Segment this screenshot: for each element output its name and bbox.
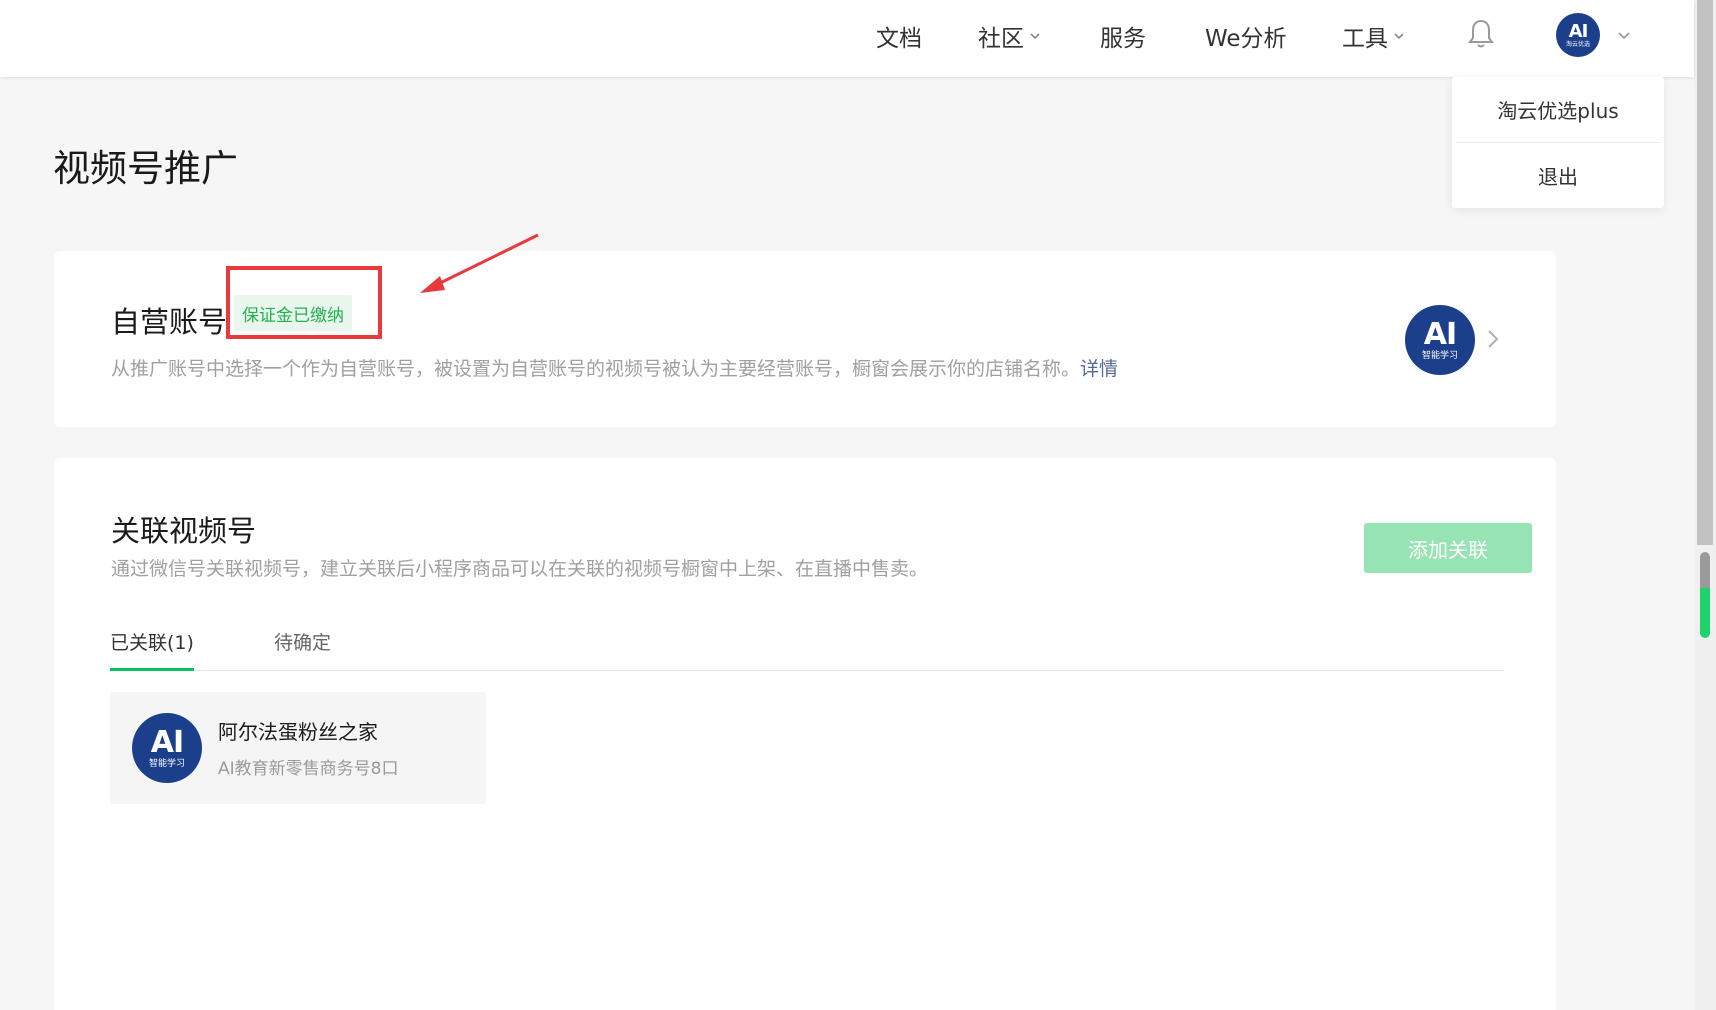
linked-channels-card: 关联视频号 通过微信号关联视频号，建立关联后小程序商品可以在关联的视频号橱窗中上… (54, 458, 1556, 1010)
tab-linked[interactable]: 已关联(1) (110, 628, 194, 671)
chevron-right-icon[interactable] (1484, 327, 1502, 351)
avatar-logo-subtext: 智能学习 (148, 758, 185, 769)
avatar-logo-text: AI (1568, 20, 1589, 42)
bell-icon[interactable] (1466, 17, 1496, 51)
deposit-paid-badge: 保证金已缴纳 (234, 295, 352, 331)
channel-subtitle: AI教育新零售商务号8口 (218, 759, 399, 779)
nav-services[interactable]: 服务 (1100, 19, 1146, 53)
user-avatar[interactable]: AI 淘云优选 (1556, 13, 1600, 57)
nav-community-label: 社区 (978, 26, 1024, 52)
nav-we-analytics-label: We分析 (1205, 26, 1287, 52)
tab-pending[interactable]: 待确定 (274, 628, 331, 671)
top-navigation-bar: 文档 社区 服务 We分析 工具 AI 淘云优选 (0, 0, 1694, 77)
page-title: 视频号推广 (53, 147, 238, 190)
channel-name: 阿尔法蛋粉丝之家 (218, 720, 378, 744)
self-account-avatar[interactable]: AI 智能学习 (1405, 305, 1475, 375)
add-link-button[interactable]: 添加关联 (1364, 523, 1532, 573)
self-account-description-text: 从推广账号中选择一个作为自营账号，被设置为自营账号的视频号被认为主要经营账号，橱… (111, 358, 1081, 380)
nav-docs[interactable]: 文档 (876, 19, 922, 53)
scrollbar-thumb[interactable] (1697, 0, 1713, 545)
linked-channels-description: 通过微信号关联视频号，建立关联后小程序商品可以在关联的视频号橱窗中上架、在直播中… (111, 558, 929, 580)
linked-tabs: 已关联(1) 待确定 (110, 620, 1504, 671)
nav-tools[interactable]: 工具 (1342, 19, 1405, 53)
chevron-down-icon[interactable] (1617, 28, 1631, 42)
self-account-card: 自营账号 保证金已缴纳 从推广账号中选择一个作为自营账号，被设置为自营账号的视频… (54, 251, 1556, 427)
avatar-logo-subtext: 智能学习 (1421, 350, 1458, 361)
dropdown-item-logout-label: 退出 (1538, 165, 1578, 189)
channel-avatar: AI 智能学习 (132, 713, 202, 783)
nav-tools-label: 工具 (1342, 26, 1388, 52)
avatar-logo-text: AI (150, 724, 184, 760)
self-account-description: 从推广账号中选择一个作为自营账号，被设置为自营账号的视频号被认为主要经营账号，橱… (111, 354, 1118, 381)
deposit-paid-badge-label: 保证金已缴纳 (242, 305, 344, 326)
dropdown-item-logout[interactable]: 退出 (1452, 143, 1664, 208)
linked-channel-item[interactable]: AI 智能学习 阿尔法蛋粉丝之家 AI教育新零售商务号8口 (110, 692, 486, 804)
account-dropdown-menu: 淘云优选plus 退出 (1452, 77, 1664, 208)
avatar-logo-text: AI (1423, 316, 1457, 352)
nav-we-analytics[interactable]: We分析 (1205, 19, 1287, 53)
dropdown-item-account-name[interactable]: 淘云优选plus (1452, 77, 1664, 142)
nav-services-label: 服务 (1100, 26, 1146, 52)
avatar-logo-subtext: 淘云优选 (1565, 40, 1590, 48)
nav-community[interactable]: 社区 (978, 19, 1041, 53)
chevron-down-icon (1394, 33, 1404, 40)
linked-channels-title: 关联视频号 (111, 514, 257, 548)
side-handle[interactable] (1700, 552, 1710, 638)
details-link[interactable]: 详情 (1080, 358, 1118, 380)
annotation-arrow-icon (420, 233, 539, 293)
dropdown-item-account-name-label: 淘云优选plus (1497, 99, 1619, 123)
nav-docs-label: 文档 (876, 26, 922, 52)
chevron-down-icon (1030, 33, 1040, 40)
self-account-title: 自营账号 (111, 305, 228, 339)
